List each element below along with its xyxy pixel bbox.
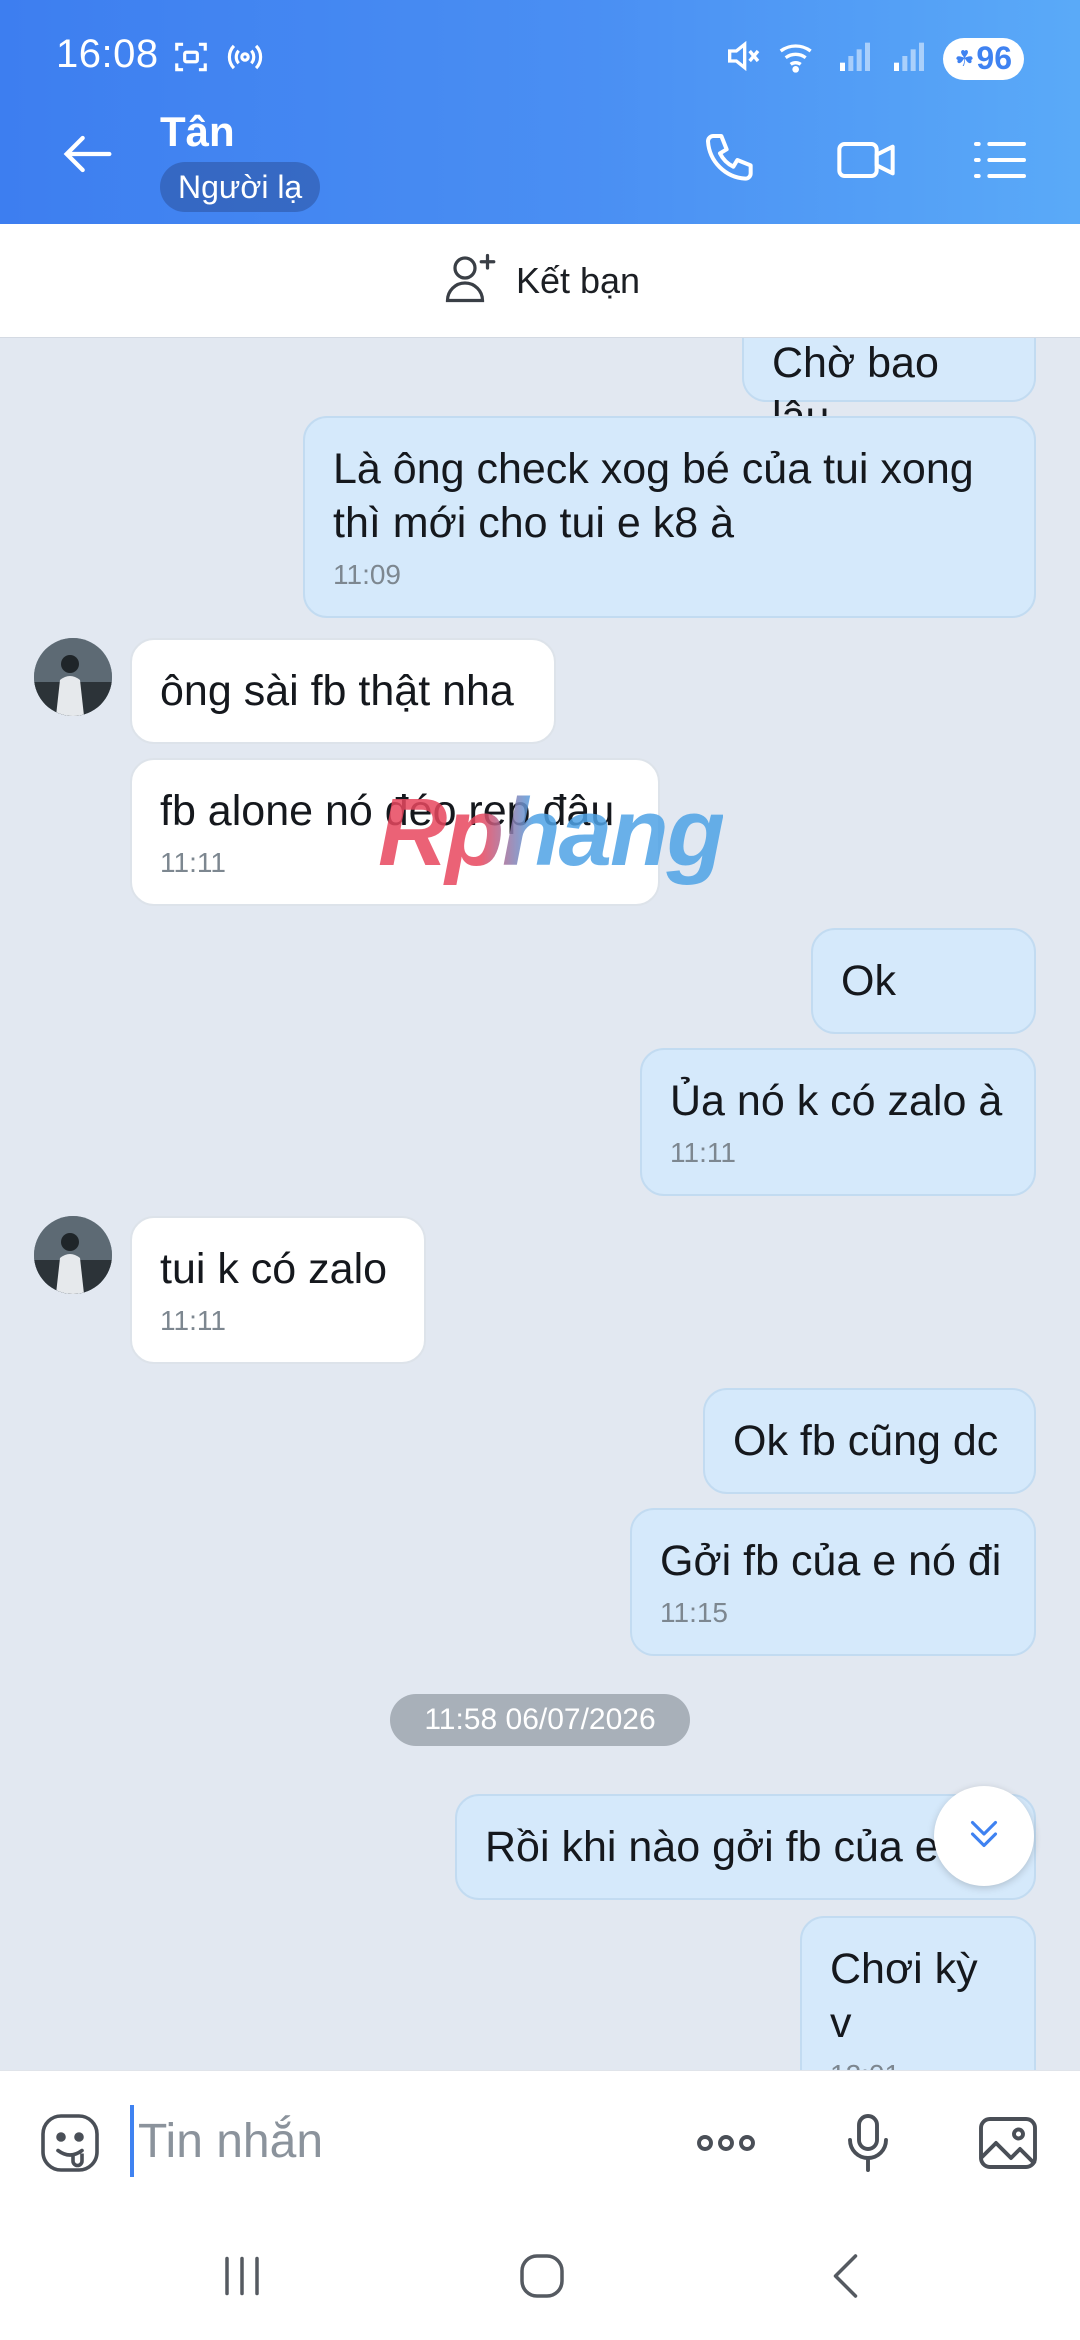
message-time: 12:01 xyxy=(830,2058,1006,2070)
add-friend-bar[interactable]: Kết bạn xyxy=(0,224,1080,338)
message-bubble-out[interactable]: Gởi fb của e nó đi 11:15 xyxy=(630,1508,1036,1656)
message-text: Gởi fb của e nó đi xyxy=(660,1537,1002,1585)
leaf-icon: ☘ xyxy=(954,45,975,71)
date-separator: 11:58 06/07/2026 xyxy=(390,1694,690,1746)
message-input[interactable] xyxy=(130,2105,650,2177)
message-bubble-out[interactable]: Ủa nó k có zalo à 11:11 xyxy=(640,1048,1036,1196)
screenshot-icon xyxy=(172,38,210,81)
contact-avatar[interactable] xyxy=(34,638,112,716)
message-text: Ủa nó k có zalo à xyxy=(670,1077,1003,1125)
message-text: tui k có zalo xyxy=(160,1245,388,1293)
wifi-icon xyxy=(777,36,821,81)
signal-icon-2 xyxy=(889,36,929,81)
hotspot-icon xyxy=(226,38,264,81)
double-chevron-down-icon xyxy=(961,1811,1007,1862)
app-header: 16:08 ☘ 96 Tân Người lạ xyxy=(0,0,1080,224)
call-button[interactable] xyxy=(700,128,764,192)
add-friend-icon xyxy=(440,248,500,313)
message-time: 11:15 xyxy=(660,1597,728,1628)
message-text: Chơi kỳ v xyxy=(830,1945,978,2047)
message-bubble-out[interactable]: Là ông check xog bé của tui xong thì mới… xyxy=(303,416,1036,618)
system-nav-bar xyxy=(0,2210,1080,2340)
more-options-button[interactable] xyxy=(690,2107,762,2179)
watermark-logo: Rphang xyxy=(378,779,725,886)
menu-list-button[interactable] xyxy=(968,128,1032,192)
recent-apps-button[interactable] xyxy=(212,2246,272,2306)
message-bubble-in[interactable]: ông sài fb thật nha xyxy=(130,638,556,744)
contact-avatar[interactable] xyxy=(34,1216,112,1294)
battery-level: 96 xyxy=(976,40,1012,76)
message-bubble-in[interactable]: tui k có zalo 11:11 xyxy=(130,1216,426,1364)
contact-name[interactable]: Tân xyxy=(160,108,235,156)
battery-indicator: ☘ 96 xyxy=(942,37,1024,80)
message-time: 11:11 xyxy=(160,1305,226,1336)
mute-icon xyxy=(723,36,763,81)
message-bubble-out[interactable]: Chờ bao lâu xyxy=(742,338,1036,441)
message-text: Là ông check xog bé của tui xong thì mới… xyxy=(333,445,974,547)
message-time: 11:11 xyxy=(670,1137,736,1168)
signal-icon xyxy=(835,36,875,81)
message-text: Rồi khi nào gởi fb của e xyxy=(485,1823,939,1871)
stranger-badge: Người lạ xyxy=(160,162,321,212)
microphone-button[interactable] xyxy=(832,2107,904,2179)
status-right-icons: ☘ 96 xyxy=(723,36,1024,81)
status-time: 16:08 xyxy=(56,32,159,76)
image-button[interactable] xyxy=(972,2107,1044,2179)
message-bubble-out[interactable]: Ok xyxy=(811,928,1036,1034)
video-call-button[interactable] xyxy=(834,128,898,192)
message-time: 11:09 xyxy=(333,559,401,590)
emoji-button[interactable] xyxy=(34,2107,106,2179)
back-button[interactable] xyxy=(56,122,120,186)
message-text: Ok xyxy=(841,957,896,1005)
nav-back-button[interactable] xyxy=(818,2246,878,2306)
add-friend-label: Kết bạn xyxy=(515,259,641,301)
home-button[interactable] xyxy=(512,2246,572,2306)
message-composer xyxy=(0,2070,1080,2210)
message-bubble-out[interactable]: Ok fb cũng dc xyxy=(703,1388,1036,1494)
scroll-to-bottom-button[interactable] xyxy=(934,1786,1034,1886)
chat-area[interactable]: Chờ bao lâu Là ông check xog bé của tui … xyxy=(0,338,1080,2070)
message-text: ông sài fb thật nha xyxy=(160,667,514,715)
message-text: Ok fb cũng dc xyxy=(733,1417,999,1465)
message-bubble-out[interactable]: Chơi kỳ v 12:01 xyxy=(800,1916,1036,2070)
status-left-icons xyxy=(172,38,264,81)
